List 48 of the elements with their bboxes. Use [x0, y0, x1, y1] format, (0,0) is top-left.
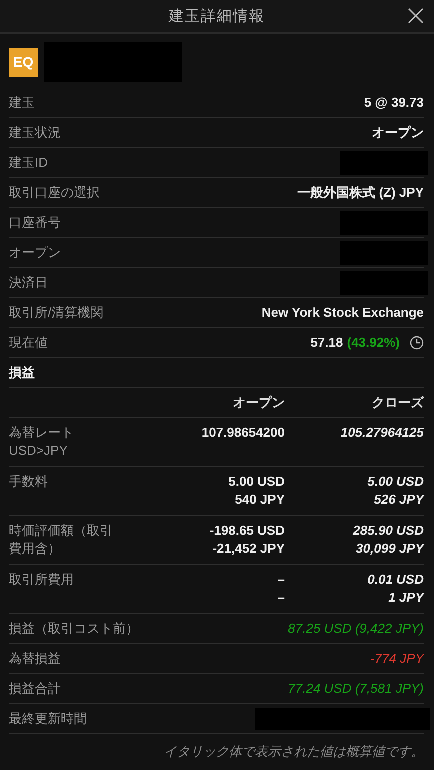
field-value: 77.24 USD (7,581 JPY) [288, 681, 424, 696]
table-cell: 285.90 USD [353, 522, 424, 540]
table-cell: 526 JPY [374, 491, 424, 509]
change-percent: (43.92%) [347, 335, 400, 350]
field-value: 87.25 USD (9,422 JPY) [288, 621, 424, 636]
field-label: 最終更新時間 [9, 710, 87, 728]
field-label: 建玉ID [9, 154, 48, 172]
footnote: イタリック体で表示された値は概算値です。 [163, 743, 424, 761]
table-cell: 0.01 USD [368, 571, 424, 589]
column-header: クローズ [371, 394, 424, 411]
field-label: 決済日 [9, 274, 48, 292]
table-cell: 5.00 USD [368, 473, 424, 491]
field-label: 建玉状況 [9, 124, 61, 142]
field-label: 現在値 [9, 334, 48, 352]
table-cell: -21,452 JPY [212, 540, 285, 558]
field-value: 一般外国株式 (Z) JPY [298, 184, 424, 202]
table-cell: 540 JPY [235, 491, 285, 509]
field-label: 手数料 [9, 473, 49, 491]
table-cell: -198.65 USD [210, 522, 285, 540]
field-label: 取引所費用 [9, 571, 75, 589]
field-value: オープン [372, 124, 424, 142]
table-cell: 30,099 JPY [356, 540, 424, 558]
clock-icon [410, 336, 424, 350]
table-cell: 1 JPY [388, 589, 424, 607]
field-label: 時価評価額（取引費用含） [9, 522, 114, 558]
field-value: -774 JPY [370, 651, 424, 666]
field-label: 取引所/清算機関 [9, 304, 104, 322]
table-cell: – [278, 571, 285, 589]
table-cell: 107.98654200 [202, 424, 285, 442]
section-heading: 損益 [9, 358, 424, 388]
field-label: 建玉 [9, 94, 35, 112]
field-value: 5 @ 39.73 [364, 95, 424, 110]
table-cell: – [278, 589, 285, 607]
field-label: 損益（取引コスト前） [9, 620, 139, 638]
field-label: オープン [9, 244, 61, 262]
field-label: 為替損益 [9, 650, 61, 668]
table-cell: 105.27964125 [340, 424, 424, 442]
field-value: 57.18 [310, 335, 344, 350]
column-header: オープン [232, 394, 285, 411]
field-label: 口座番号 [9, 214, 61, 232]
close-button[interactable] [408, 8, 424, 24]
window-title: 建玉詳細情報 [169, 6, 265, 26]
field-value: New York Stock Exchange [262, 305, 424, 320]
field-label: 取引口座の選択 [9, 184, 100, 202]
field-label: 為替レート USD>JPY [9, 424, 75, 460]
field-label: 損益合計 [9, 680, 61, 698]
asset-badge: EQ [9, 48, 38, 76]
table-cell: 5.00 USD [228, 473, 285, 491]
